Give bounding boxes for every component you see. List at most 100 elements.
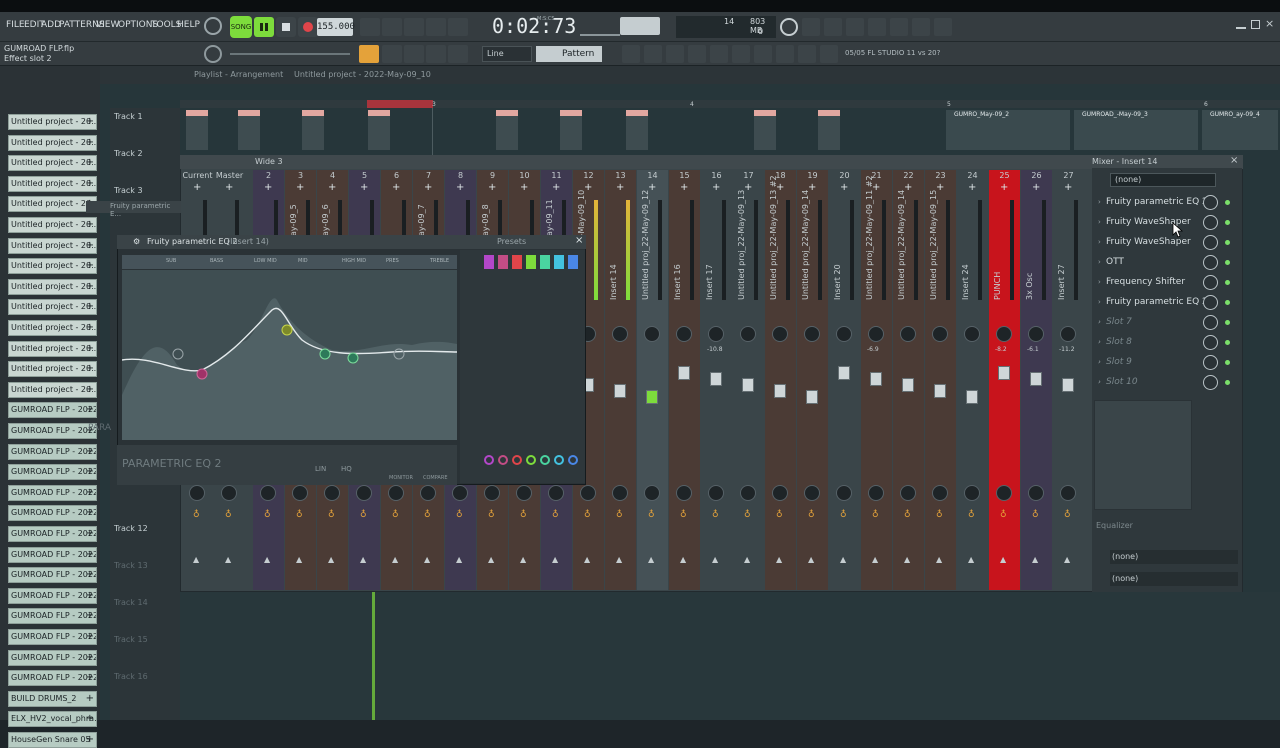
insert-slot[interactable]: › Fruity WaveShaper xyxy=(1096,234,1236,251)
wait-input-button[interactable] xyxy=(382,18,402,36)
add-icon[interactable]: + xyxy=(86,651,94,665)
browser-item[interactable]: Untitled project - 20...+ xyxy=(8,155,97,172)
phase-icon[interactable]: ♁ xyxy=(296,510,303,520)
touch-keyboard-icon[interactable] xyxy=(776,45,794,63)
eq-node-3[interactable] xyxy=(281,324,293,336)
stereo-knob[interactable] xyxy=(868,485,884,501)
pan-knob[interactable] xyxy=(868,326,884,342)
output-routing-select[interactable]: (none) xyxy=(1110,572,1238,586)
add-send-icon[interactable]: + xyxy=(328,182,336,193)
master-pitch-slider[interactable] xyxy=(580,34,620,36)
route-arrow-icon[interactable]: ▲ xyxy=(424,555,430,564)
master-pitch-knob[interactable] xyxy=(204,45,222,63)
timeline-ruler[interactable] xyxy=(180,100,1280,108)
pause-button[interactable] xyxy=(254,17,274,37)
eq-node-5[interactable] xyxy=(347,352,359,364)
band-select-button[interactable] xyxy=(540,255,550,269)
audio-clip[interactable]: GUMRO_ay-09_4 xyxy=(1202,110,1278,150)
slot-enable-led[interactable] xyxy=(1225,380,1230,385)
route-arrow-icon[interactable]: ▲ xyxy=(776,555,782,564)
route-arrow-icon[interactable]: ▲ xyxy=(744,555,750,564)
playlist-icon[interactable] xyxy=(622,45,640,63)
piano-roll-icon[interactable] xyxy=(644,45,662,63)
band-select-button[interactable] xyxy=(568,255,578,269)
snap-select[interactable]: Line xyxy=(482,46,532,62)
track-label[interactable]: Track 1 xyxy=(114,112,143,121)
band-width-knob[interactable] xyxy=(512,455,522,465)
song-mode-button[interactable]: SONG xyxy=(230,16,252,38)
route-arrow-icon[interactable]: ▲ xyxy=(392,555,398,564)
song-time-display[interactable]: 0:02:73 xyxy=(492,14,576,38)
add-icon[interactable]: + xyxy=(86,692,94,706)
minimize-icon[interactable] xyxy=(1236,21,1246,29)
mix-level-knob[interactable] xyxy=(1203,275,1218,290)
add-send-icon[interactable]: + xyxy=(1000,182,1008,193)
mix-level-knob[interactable] xyxy=(1203,235,1218,250)
eq-graph[interactable] xyxy=(121,270,458,440)
phase-icon[interactable]: ♁ xyxy=(872,510,879,520)
browser-item[interactable]: GUMROAD FLP - 2022... + xyxy=(8,505,97,522)
pan-knob[interactable] xyxy=(772,326,788,342)
pan-knob[interactable] xyxy=(996,326,1012,342)
route-arrow-icon[interactable]: ▲ xyxy=(904,555,910,564)
position-slider[interactable] xyxy=(230,53,350,55)
slot-enable-led[interactable] xyxy=(1225,340,1230,345)
mic-icon[interactable] xyxy=(798,45,816,63)
mixer-strip[interactable]: 15 + Insert 16 ♁ ▲ xyxy=(669,170,700,590)
browser-icon[interactable] xyxy=(732,45,750,63)
stereo-knob[interactable] xyxy=(292,485,308,501)
add-icon[interactable]: + xyxy=(86,671,94,685)
mix-level-knob[interactable] xyxy=(1203,355,1218,370)
insert-slot[interactable]: › Slot 9 xyxy=(1096,354,1236,371)
volume-fader[interactable] xyxy=(998,366,1010,380)
expand-arrow-icon[interactable]: › xyxy=(1098,294,1101,311)
stereo-knob[interactable] xyxy=(420,485,436,501)
add-icon[interactable]: + xyxy=(86,527,94,541)
route-arrow-icon[interactable]: ▲ xyxy=(584,555,590,564)
download-icon[interactable] xyxy=(934,18,952,36)
add-send-icon[interactable]: + xyxy=(680,182,688,193)
mix-level-knob[interactable] xyxy=(1203,215,1218,230)
stereo-knob[interactable] xyxy=(388,485,404,501)
slot-enable-led[interactable] xyxy=(1225,320,1230,325)
browser-item[interactable]: Untitled project - 20...+ xyxy=(8,175,97,192)
phase-icon[interactable]: ♁ xyxy=(264,510,271,520)
add-icon[interactable]: + xyxy=(86,403,94,417)
band-select-button[interactable] xyxy=(554,255,564,269)
add-icon[interactable]: + xyxy=(86,589,94,603)
browser-item[interactable]: GUMROAD FLP - 2022... + xyxy=(8,402,97,419)
maximize-icon[interactable] xyxy=(1251,20,1260,29)
route-arrow-icon[interactable]: ▲ xyxy=(328,555,334,564)
phase-icon[interactable]: ♁ xyxy=(936,510,943,520)
typing-keyboard-icon[interactable] xyxy=(359,45,379,63)
volume-fader[interactable] xyxy=(838,366,850,380)
add-send-icon[interactable]: + xyxy=(264,182,272,193)
pan-knob[interactable] xyxy=(836,326,852,342)
add-icon[interactable]: + xyxy=(86,712,94,726)
band-width-knob[interactable] xyxy=(540,455,550,465)
route-arrow-icon[interactable]: ▲ xyxy=(1032,555,1038,564)
pan-knob[interactable] xyxy=(676,326,692,342)
stereo-knob[interactable] xyxy=(676,485,692,501)
add-send-icon[interactable]: + xyxy=(712,182,720,193)
add-icon[interactable]: + xyxy=(86,321,94,335)
mixer-strip[interactable]: 26 +3x Osc -6.1 ♁ ▲ xyxy=(1021,170,1052,590)
add-send-icon[interactable]: + xyxy=(520,182,528,193)
add-icon[interactable]: + xyxy=(86,300,94,314)
menu-file[interactable]: FILE xyxy=(6,20,25,30)
cart-icon[interactable] xyxy=(820,45,838,63)
add-send-icon[interactable]: + xyxy=(616,182,624,193)
phase-icon[interactable]: ♁ xyxy=(648,510,655,520)
save-icon[interactable] xyxy=(868,18,886,36)
add-icon[interactable]: + xyxy=(86,259,94,273)
mixer-strip[interactable]: 24 + Insert 24 ♁ ▲ xyxy=(957,170,988,590)
stereo-knob[interactable] xyxy=(612,485,628,501)
mixer-strip[interactable]: 20 + Insert 20 ♁ ▲ xyxy=(829,170,860,590)
pan-knob[interactable] xyxy=(740,326,756,342)
browser-item[interactable]: GUMROAD FLP - 2022... + xyxy=(8,423,97,439)
track-label[interactable]: Track 12 xyxy=(114,524,148,533)
mixer-icon[interactable] xyxy=(890,18,908,36)
route-arrow-icon[interactable]: ▲ xyxy=(648,555,654,564)
browser-item[interactable]: GUMROAD FLP - 2022... + xyxy=(8,443,97,460)
monitor-button[interactable]: MONITOR xyxy=(389,475,413,481)
